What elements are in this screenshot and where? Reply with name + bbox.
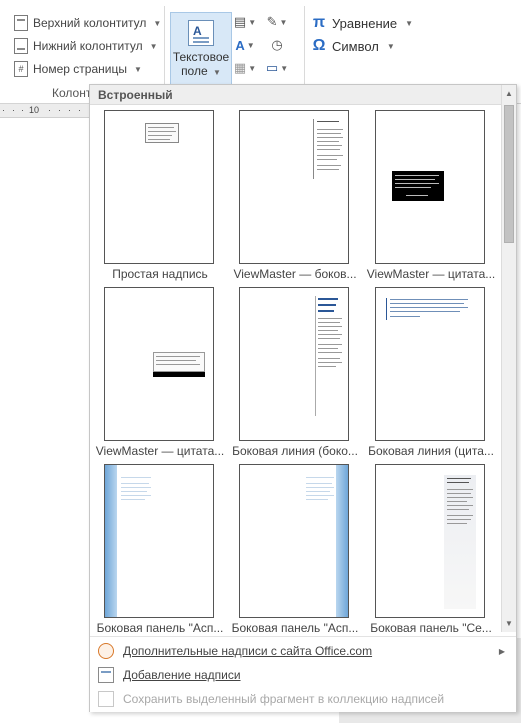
chevron-down-icon: ▼: [153, 18, 162, 28]
template-thumbnail: [104, 287, 214, 441]
dropcap-button[interactable]: ▦ ▼: [233, 60, 257, 76]
gallery-item-caption: ViewMaster — боков...: [233, 267, 357, 281]
gallery-item-viewmaster-quote[interactable]: ViewMaster — цитата...: [366, 110, 496, 286]
textbox-icon: A: [188, 20, 214, 46]
chevron-down-icon: ▼: [248, 63, 257, 73]
gallery-item-caption: Боковая панель "Се...: [370, 621, 492, 635]
scroll-down-icon[interactable]: ▼: [502, 617, 516, 631]
gallery-item-grid-sidebar[interactable]: Боковая панель "Се...: [366, 464, 496, 640]
chevron-down-icon: ▼: [213, 68, 221, 77]
template-thumbnail: [239, 287, 349, 441]
quick-parts-button[interactable]: ▤ ▼: [233, 14, 257, 30]
wordart-button[interactable]: A ▼: [235, 37, 255, 53]
chevron-down-icon: ▼: [405, 18, 414, 28]
save-selection-menu-item: Сохранить выделенный фрагмент в коллекци…: [95, 688, 511, 710]
save-selection-label: Сохранить выделенный фрагмент в коллекци…: [123, 692, 445, 706]
gallery-item-viewmaster-quote-2[interactable]: ViewMaster — цитата...: [95, 287, 225, 463]
scroll-thumb[interactable]: [504, 105, 514, 243]
gallery-item-caption: Простая надпись: [112, 267, 208, 281]
object-icon: ▭: [265, 60, 279, 75]
equation-icon: π: [312, 14, 326, 31]
datetime-button[interactable]: ◷: [268, 37, 286, 53]
symbol-button[interactable]: Ω Символ ▼: [312, 37, 395, 55]
signature-line-icon: ✎: [266, 14, 278, 29]
ruler-tick-label: 10: [29, 105, 40, 115]
template-thumbnail: [239, 110, 349, 264]
signature-line-button[interactable]: ✎ ▼: [266, 14, 288, 30]
textbox-label: Текстовое поле ▼: [173, 50, 229, 80]
chevron-down-icon: ▼: [149, 41, 158, 51]
textbox-button[interactable]: A Текстовое поле ▼: [170, 12, 232, 86]
scroll-up-icon[interactable]: ▲: [502, 87, 516, 101]
textbox-label-line1: Текстовое: [172, 50, 230, 64]
gallery-item-sideline-quote[interactable]: Боковая линия (цита...: [366, 287, 496, 463]
gallery-item-caption: Боковая линия (боко...: [232, 444, 358, 458]
template-thumbnail: [375, 464, 485, 618]
gallery-item-caption: Боковая панель "Асп...: [231, 621, 359, 635]
footer-label: Нижний колонтитул: [33, 39, 143, 53]
symbol-label: Символ: [332, 38, 379, 54]
quick-parts-icon: ▤: [233, 14, 247, 29]
object-button[interactable]: ▭ ▼: [265, 60, 289, 76]
page-number-button[interactable]: # Номер страницы ▼: [14, 59, 142, 79]
equation-button[interactable]: π Уравнение ▼: [312, 14, 413, 32]
template-thumbnail: [375, 287, 485, 441]
header-icon: [14, 15, 28, 31]
group-label-header-footer: Колонт: [52, 86, 92, 100]
gallery-item-aspect-sidebar-left[interactable]: Боковая панель "Асп...: [95, 464, 225, 640]
draw-textbox-menu-item[interactable]: Добавление надписи: [95, 664, 511, 686]
chevron-down-icon: ▼: [280, 63, 289, 73]
gallery-scrollbar[interactable]: ▲ ▼: [501, 85, 516, 632]
gallery-item-caption: Боковая панель "Асп...: [96, 621, 224, 635]
gallery-footer-menu: Дополнительные надписи с сайта Office.co…: [90, 636, 516, 712]
chevron-right-icon: ▶: [498, 646, 505, 656]
gallery-item-simple-textbox[interactable]: Простая надпись: [95, 110, 225, 286]
more-textboxes-label: Дополнительные надписи с сайта Office.co…: [123, 644, 373, 658]
template-thumbnail: [239, 464, 349, 618]
equation-label: Уравнение: [332, 15, 398, 31]
textbox-label-line2: поле: [181, 64, 208, 78]
page-number-label: Номер страницы: [33, 62, 127, 76]
gallery-item-caption: ViewMaster — цитата...: [366, 267, 496, 281]
draw-textbox-icon: [98, 667, 114, 683]
header-button[interactable]: Верхний колонтитул ▼: [14, 13, 161, 33]
header-label: Верхний колонтитул: [33, 16, 147, 30]
chevron-down-icon: ▼: [246, 40, 255, 50]
textbox-gallery-dropdown: Встроенный ▲ ▼ Простая надпись ViewMaste…: [89, 84, 517, 712]
gallery-section-title: Встроенный: [90, 85, 501, 105]
horizontal-ruler: · · · 10 · · · ·: [0, 104, 90, 118]
template-thumbnail: [104, 464, 214, 618]
datetime-icon: ◷: [271, 37, 283, 52]
draw-textbox-label: Добавление надписи: [123, 668, 241, 682]
wordart-icon: A: [235, 37, 245, 53]
gallery-item-caption: Боковая линия (цита...: [368, 444, 494, 458]
chevron-down-icon: ▼: [279, 17, 288, 27]
gallery-item-sideline-sidebar[interactable]: Боковая линия (боко...: [230, 287, 360, 463]
save-selection-icon: [98, 691, 114, 707]
more-textboxes-from-office-menu-item[interactable]: Дополнительные надписи с сайта Office.co…: [95, 640, 511, 662]
footer-icon: [14, 38, 28, 54]
footer-button[interactable]: Нижний колонтитул ▼: [14, 36, 158, 56]
document-area[interactable]: [0, 118, 90, 723]
chevron-down-icon: ▼: [133, 64, 142, 74]
template-thumbnail: [104, 110, 214, 264]
page-number-icon: #: [14, 61, 28, 77]
dropcap-icon: ▦: [233, 60, 247, 75]
chevron-down-icon: ▼: [386, 41, 395, 51]
symbol-icon: Ω: [312, 37, 326, 54]
office-icon: [98, 643, 114, 659]
gallery-item-aspect-sidebar-right[interactable]: Боковая панель "Асп...: [230, 464, 360, 640]
template-thumbnail: [375, 110, 485, 264]
gallery-item-viewmaster-sidebar[interactable]: ViewMaster — боков...: [230, 110, 360, 286]
chevron-down-icon: ▼: [248, 17, 257, 27]
gallery-item-caption: ViewMaster — цитата...: [95, 444, 225, 458]
